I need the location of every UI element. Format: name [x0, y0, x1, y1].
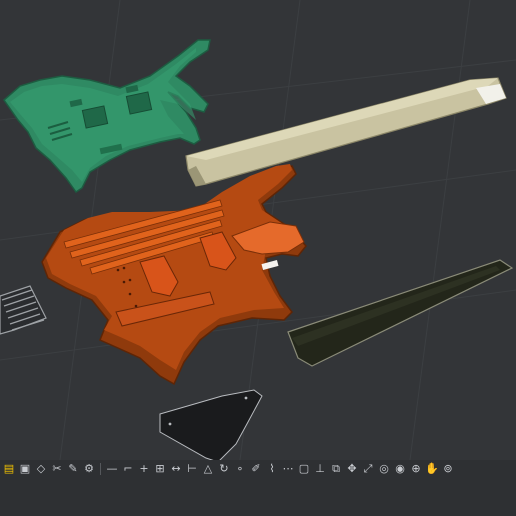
- toolbar-strip: ▤ ▣ ◇ ✂ ✎ ⚙ — ⌐ + ⊞ ↔ ⊢ △ ↻ ∘ ✐ ⌇ ⋯ ▢ ⊥ …: [0, 460, 516, 478]
- scene-canvas[interactable]: [0, 0, 516, 460]
- scissors-icon[interactable]: ✂: [50, 462, 64, 476]
- image-icon[interactable]: ▣: [18, 462, 32, 476]
- frame-icon[interactable]: ▢: [297, 462, 311, 476]
- measure-icon[interactable]: ↔: [169, 462, 183, 476]
- select-icon[interactable]: ◇: [34, 462, 48, 476]
- plus-icon[interactable]: +: [137, 462, 151, 476]
- brush-icon[interactable]: ⌇: [265, 462, 279, 476]
- neck-part[interactable]: [185, 77, 507, 187]
- file-icon[interactable]: ▤: [2, 462, 16, 476]
- line-icon[interactable]: —: [105, 462, 119, 476]
- axis-icon[interactable]: ⊥: [313, 462, 327, 476]
- hardware-part[interactable]: [0, 285, 47, 335]
- gear-icon[interactable]: ⚙: [82, 462, 96, 476]
- move-icon[interactable]: ✥: [345, 462, 359, 476]
- triangle-icon[interactable]: △: [201, 462, 215, 476]
- scale-icon[interactable]: ⤢: [361, 462, 375, 476]
- 3d-viewport[interactable]: [0, 0, 516, 460]
- view-icon[interactable]: ◎: [377, 462, 391, 476]
- grid-icon[interactable]: ⊞: [153, 462, 167, 476]
- bottom-toolbar: ▤ ▣ ◇ ✂ ✎ ⚙ — ⌐ + ⊞ ↔ ⊢ △ ↻ ∘ ✐ ⌇ ⋯ ▢ ⊥ …: [0, 460, 516, 516]
- ruler-icon[interactable]: ⊢: [185, 462, 199, 476]
- pen-icon[interactable]: ✐: [249, 462, 263, 476]
- toolbar-divider: [100, 463, 101, 475]
- dots-icon[interactable]: ⋯: [281, 462, 295, 476]
- paint-icon[interactable]: ✎: [66, 462, 80, 476]
- orange-body-part[interactable]: [41, 164, 307, 386]
- pickguard-part[interactable]: [159, 389, 263, 460]
- orbit-icon[interactable]: ⊚: [441, 462, 455, 476]
- camera-icon[interactable]: ◉: [393, 462, 407, 476]
- rotate-icon[interactable]: ↻: [217, 462, 231, 476]
- bracket-icon[interactable]: ⌐: [121, 462, 135, 476]
- green-body-part[interactable]: [2, 39, 211, 194]
- fretboard-part[interactable]: [287, 259, 514, 367]
- copy-icon[interactable]: ⧉: [329, 462, 343, 476]
- zoom-icon[interactable]: ⊕: [409, 462, 423, 476]
- hand-icon[interactable]: ✋: [425, 462, 439, 476]
- node-icon[interactable]: ∘: [233, 462, 247, 476]
